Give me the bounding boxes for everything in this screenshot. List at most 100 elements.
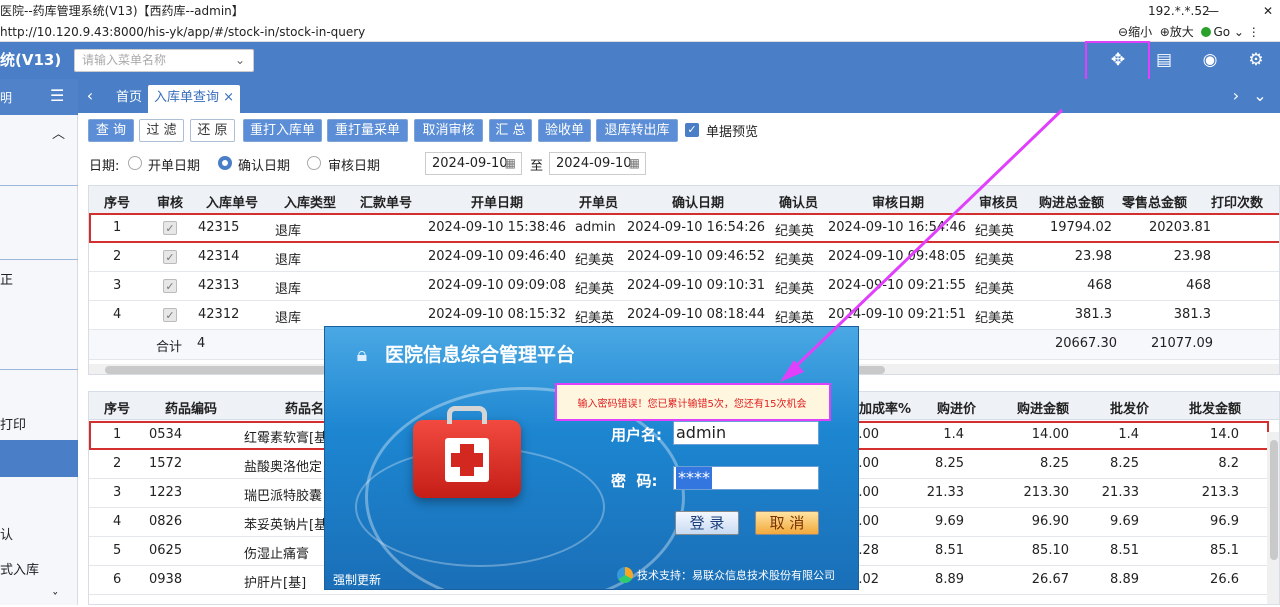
- col-header[interactable]: 购进金额: [1017, 398, 1069, 417]
- audit-checkbox[interactable]: ✓: [163, 279, 177, 293]
- col-header[interactable]: 入库单号: [206, 192, 258, 211]
- col-header[interactable]: 购进总金额: [1039, 192, 1104, 211]
- col-header[interactable]: 序号: [104, 192, 130, 211]
- date-from-input[interactable]: 2024-09-10 ▦: [425, 152, 522, 175]
- radio-open-date-label[interactable]: 开单日期: [148, 155, 200, 174]
- table-cell: 26.67: [1031, 572, 1069, 587]
- password-input[interactable]: ****: [673, 466, 819, 490]
- sidebar-item-3[interactable]: 认: [0, 524, 78, 543]
- force-update-link[interactable]: 强制更新: [333, 571, 381, 588]
- table-cell: 85.1: [1210, 543, 1239, 558]
- eye-icon[interactable]: ◉: [1192, 42, 1228, 79]
- chevron-up-icon[interactable]: ︿: [52, 123, 72, 142]
- radio-audit-date-label[interactable]: 审核日期: [328, 155, 380, 174]
- sidebar-item-4[interactable]: 式入库: [0, 559, 78, 578]
- radio-audit-date[interactable]: [307, 156, 321, 170]
- scrollbar-thumb[interactable]: [1270, 440, 1278, 560]
- col-header[interactable]: 购进价: [937, 398, 976, 417]
- total-purchase: 20667.30: [1054, 336, 1117, 351]
- col-header[interactable]: 加成率%: [859, 398, 911, 417]
- query-button[interactable]: 查 询: [88, 119, 134, 142]
- menu-toggle-icon[interactable]: ☰: [50, 86, 64, 105]
- menu-search-input[interactable]: 请输入菜单名称 ⌄: [74, 49, 254, 72]
- table-cell: 8.51: [935, 543, 964, 558]
- col-header[interactable]: 审核: [157, 192, 183, 211]
- radio-open-date[interactable]: [128, 156, 142, 170]
- zoom-out-label[interactable]: 缩小: [1128, 25, 1152, 39]
- cancel-button[interactable]: 取 消: [755, 511, 819, 535]
- reprint-purchase-button[interactable]: 重打量采单: [327, 119, 408, 142]
- table-cell: 纪美英: [975, 253, 1015, 268]
- table-row[interactable]: 3 ✓ 42313 退库 2024-09-10 09:09:08 纪美英 2024-09-1…: [89, 272, 1279, 301]
- table-cell: 纪美英: [575, 311, 615, 326]
- col-header[interactable]: 汇款单号: [360, 192, 412, 211]
- table-cell: 4: [113, 307, 122, 322]
- table-row[interactable]: 2 ✓ 42314 退库 2024-09-10 09:46:40 纪美英 2024-09-1…: [89, 243, 1279, 272]
- url-text[interactable]: http://10.120.9.43:8000/his-yk/app/#/sto…: [0, 22, 365, 42]
- go-icon[interactable]: [1201, 27, 1212, 37]
- return-out-button[interactable]: 退库转出库: [596, 119, 678, 142]
- table-cell: 8.25: [1040, 456, 1069, 471]
- col-header[interactable]: 开单员: [579, 192, 618, 211]
- tab-home[interactable]: 首页: [110, 85, 148, 113]
- date-to-input[interactable]: 2024-09-10 ▦: [549, 152, 646, 175]
- table-cell: 2024-09-10 09:46:52: [627, 249, 766, 264]
- radio-confirm-date[interactable]: [218, 156, 232, 170]
- table-cell: 96.9: [1210, 514, 1239, 529]
- col-header[interactable]: 确认日期: [672, 192, 724, 211]
- col-header[interactable]: 入库类型: [284, 192, 336, 211]
- vertical-scrollbar[interactable]: [1267, 432, 1279, 604]
- table-cell: 纪美英: [775, 311, 815, 326]
- audit-checkbox[interactable]: ✓: [163, 308, 177, 322]
- close-window-button[interactable]: ✕: [1258, 0, 1278, 22]
- table-cell: 纪美英: [775, 282, 815, 297]
- col-header[interactable]: 药品名: [285, 398, 324, 417]
- calendar-icon[interactable]: ▦: [505, 153, 516, 174]
- col-header[interactable]: 打印次数: [1211, 192, 1263, 211]
- col-header[interactable]: 批发金额: [1189, 398, 1241, 417]
- col-header[interactable]: 药品编码: [165, 398, 217, 417]
- table-cell: 96.90: [1031, 514, 1069, 529]
- radio-confirm-date-label[interactable]: 确认日期: [238, 155, 290, 174]
- table-cell: 8.25: [935, 456, 964, 471]
- tab-scroll-left-icon[interactable]: ‹: [80, 79, 100, 113]
- tab-stock-in-query[interactable]: 入库单查询 ×: [148, 85, 241, 113]
- audit-checkbox[interactable]: ✓: [163, 250, 177, 264]
- go-label[interactable]: Go: [1213, 25, 1230, 39]
- tab-close-icon[interactable]: ×: [223, 90, 234, 105]
- minimize-button[interactable]: —: [1203, 0, 1223, 22]
- sidebar-item-2[interactable]: 打印: [0, 414, 78, 433]
- acceptance-button[interactable]: 验收单: [538, 119, 591, 142]
- calendar-icon[interactable]: ▦: [629, 153, 640, 174]
- preview-label: 单据预览: [706, 125, 759, 140]
- sidebar-item-selected[interactable]: [0, 440, 78, 477]
- tab-menu-icon[interactable]: ⌄: [1250, 79, 1270, 113]
- sidebar-item-1[interactable]: 正: [0, 269, 78, 288]
- col-header[interactable]: 零售总金额: [1122, 192, 1187, 211]
- summary-button[interactable]: 汇 总: [489, 119, 532, 142]
- col-header[interactable]: 审核员: [979, 192, 1018, 211]
- table-cell: 瑞巴派特胶囊: [244, 489, 323, 504]
- tab-scroll-right-icon[interactable]: ›: [1226, 79, 1246, 113]
- col-header[interactable]: 确认员: [779, 192, 818, 211]
- gear-icon[interactable]: ⚙: [1238, 42, 1274, 79]
- col-header[interactable]: 序号: [104, 398, 130, 417]
- col-header[interactable]: 开单日期: [471, 192, 523, 211]
- preview-checkbox[interactable]: ✓: [685, 123, 699, 137]
- window-titlebar: 医院--药库管理系统(V13)【西药库--admin】 192.*.*.52 —…: [0, 0, 1280, 22]
- col-header[interactable]: 批发价: [1110, 398, 1149, 417]
- table-cell: 9.69: [1110, 514, 1139, 529]
- cancel-audit-button[interactable]: 取消审核: [414, 119, 483, 142]
- zoom-out-icon[interactable]: ⊖: [1118, 25, 1128, 39]
- filter-button[interactable]: 过 滤: [139, 119, 184, 142]
- login-button[interactable]: 登 录: [675, 511, 739, 535]
- zoom-in-label[interactable]: 放大: [1170, 25, 1194, 39]
- reset-button[interactable]: 还 原: [190, 119, 235, 142]
- document-icon[interactable]: ▤: [1146, 42, 1182, 79]
- zoom-in-icon[interactable]: ⊕: [1160, 25, 1170, 39]
- date-to-label: 至: [530, 159, 544, 174]
- date-filter: 日期: 开单日期 确认日期 审核日期 2024-09-10 ▦ 至 2024-09…: [78, 147, 1280, 181]
- col-header[interactable]: 审核日期: [872, 192, 924, 211]
- reprint-stock-in-button[interactable]: 重打入库单: [243, 119, 322, 142]
- username-input[interactable]: admin: [673, 421, 819, 445]
